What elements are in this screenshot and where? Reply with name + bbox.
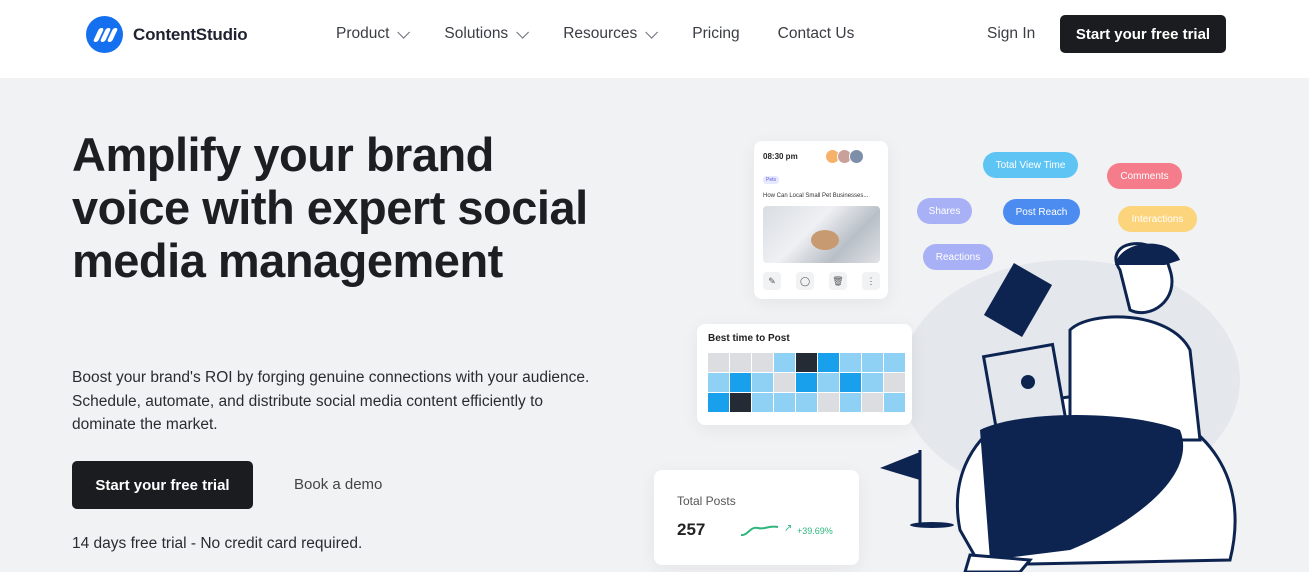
logo-icon xyxy=(86,16,123,53)
pill-label: Interactions xyxy=(1131,213,1184,225)
heatmap-cell xyxy=(796,393,817,412)
person-laptop-illustration xyxy=(880,242,1240,572)
heatmap-cell xyxy=(840,393,861,412)
menu-item-product[interactable]: Product xyxy=(336,25,411,43)
menu-label: Resources xyxy=(563,25,638,42)
pill-shares: Shares xyxy=(917,198,972,224)
heatmap-cell xyxy=(818,393,839,412)
post-tag: Pets xyxy=(763,176,780,184)
avatar xyxy=(849,149,864,164)
chevron-down-icon xyxy=(516,25,530,39)
menu-label: Solutions xyxy=(444,25,509,42)
menu-item-pricing[interactable]: Pricing xyxy=(692,25,739,43)
total-posts-label: Total Posts xyxy=(677,494,736,508)
pill-label: Total View Time xyxy=(995,159,1066,171)
menu-label: Contact Us xyxy=(777,25,855,42)
total-posts-growth: +39.69% xyxy=(797,526,833,536)
comment-icon[interactable]: ◯ xyxy=(796,272,814,290)
brand-name: ContentStudio xyxy=(133,24,248,44)
heatmap-cell xyxy=(774,353,795,372)
heatmap-cell xyxy=(884,393,905,412)
heatmap-cell xyxy=(818,373,839,392)
heatmap-cell xyxy=(862,353,883,372)
best-time-title: Best time to Post xyxy=(708,333,790,344)
pill-post-reach: Post Reach xyxy=(1003,199,1080,225)
heatmap-cell xyxy=(818,353,839,372)
chevron-down-icon xyxy=(397,25,411,39)
heatmap-cell xyxy=(774,393,795,412)
heatmap-cell xyxy=(708,393,729,412)
heatmap-cell xyxy=(708,373,729,392)
edit-icon[interactable]: ✎ xyxy=(763,272,781,290)
heatmap-cell xyxy=(862,373,883,392)
menu-label: Product xyxy=(336,25,390,42)
post-headline: How Can Local Small Pet Businesses... xyxy=(763,193,869,199)
scheduled-post-card: 08:30 pm Pets How Can Local Small Pet Bu… xyxy=(754,141,888,299)
menu-item-contact[interactable]: Contact Us xyxy=(778,25,855,43)
heatmap-cell xyxy=(840,353,861,372)
hero-free-trial-button[interactable]: Start your free trial xyxy=(72,461,253,509)
total-posts-value: 257 xyxy=(677,520,706,539)
main-menu: Product Solutions Resources Pricing Cont… xyxy=(336,24,892,44)
menu-item-solutions[interactable]: Solutions xyxy=(444,25,530,43)
brand-logo[interactable]: ContentStudio xyxy=(86,16,248,53)
pill-label: Post Reach xyxy=(1015,206,1068,218)
menu-item-resources[interactable]: Resources xyxy=(563,25,659,43)
heatmap-cell xyxy=(796,353,817,372)
trend-up-icon: ↗ xyxy=(784,523,793,534)
heatmap-cell xyxy=(884,353,905,372)
sparkline-icon xyxy=(740,525,779,537)
post-image xyxy=(763,206,880,263)
pill-label: Shares xyxy=(928,205,961,217)
heatmap-cell xyxy=(752,373,773,392)
heatmap-cell xyxy=(774,373,795,392)
post-time: 08:30 pm xyxy=(763,152,798,161)
heatmap-cell xyxy=(730,373,751,392)
book-demo-link[interactable]: Book a demo xyxy=(294,476,382,493)
heatmap-cell xyxy=(708,353,729,372)
pill-interactions: Interactions xyxy=(1118,206,1197,232)
total-posts-card: Total Posts 257 ↗ +39.69% xyxy=(654,470,859,565)
heatmap-cell xyxy=(884,373,905,392)
pill-comments: Comments xyxy=(1107,163,1182,189)
hero-title: Amplify your brand voice with expert soc… xyxy=(72,128,588,287)
pill-label: Comments xyxy=(1120,170,1169,182)
heatmap-cell xyxy=(730,353,751,372)
heatmap-cell xyxy=(752,353,773,372)
sign-in-link[interactable]: Sign In xyxy=(987,25,1035,43)
top-navigation: ContentStudio Product Solutions Resource… xyxy=(0,0,1309,78)
heatmap-cell xyxy=(840,373,861,392)
heatmap-cell xyxy=(796,373,817,392)
hero-description: Boost your brand's ROI by forging genuin… xyxy=(72,369,590,433)
pill-total-view-time: Total View Time xyxy=(983,152,1078,178)
heatmap-cell xyxy=(730,393,751,412)
heatmap-cell xyxy=(752,393,773,412)
heatmap-cell xyxy=(862,393,883,412)
best-time-heatmap xyxy=(708,353,905,412)
trial-note: 14 days free trial - No credit card requ… xyxy=(72,535,363,552)
chevron-down-icon xyxy=(645,25,659,39)
best-time-card: Best time to Post xyxy=(697,324,912,425)
nav-free-trial-button[interactable]: Start your free trial xyxy=(1060,15,1226,53)
avatar-group xyxy=(825,149,864,164)
trash-icon[interactable]: 🗑 xyxy=(829,272,847,290)
menu-label: Pricing xyxy=(692,25,740,42)
